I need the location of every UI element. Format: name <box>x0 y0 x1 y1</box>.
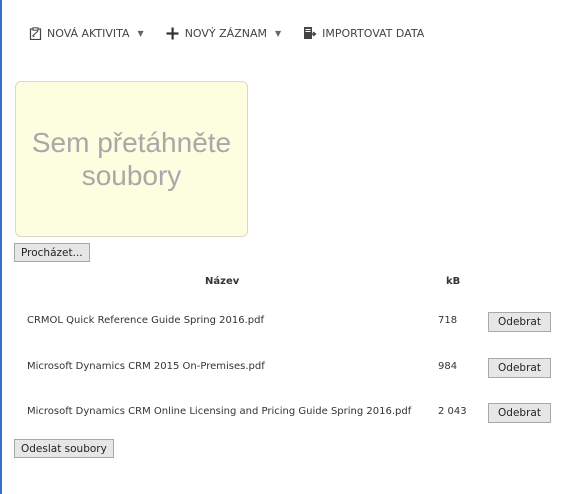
command-bar: NOVÁ AKTIVITA ▼ NOVÝ ZÁZNAM ▼ IMPORTOVAT… <box>28 22 424 44</box>
file-size: 2 043 <box>438 406 467 417</box>
file-row: CRMOL Quick Reference Guide Spring 2016.… <box>0 312 581 332</box>
file-row: Microsoft Dynamics CRM Online Licensing … <box>0 403 581 423</box>
remove-file-button[interactable]: Odebrat <box>488 312 551 332</box>
new-activity-label: NOVÁ AKTIVITA <box>47 26 130 40</box>
plus-icon <box>166 26 180 40</box>
file-name: Microsoft Dynamics CRM 2015 On-Premises.… <box>27 361 265 372</box>
column-header-name: Název <box>205 276 240 287</box>
file-size: 718 <box>438 315 458 326</box>
import-data-label: IMPORTOVAT DATA <box>322 26 425 40</box>
new-record-button[interactable]: NOVÝ ZÁZNAM ▼ <box>166 26 281 40</box>
new-record-label: NOVÝ ZÁZNAM <box>184 26 267 40</box>
file-row: Microsoft Dynamics CRM 2015 On-Premises.… <box>0 358 581 378</box>
remove-file-button[interactable]: Odebrat <box>488 403 551 423</box>
file-name: CRMOL Quick Reference Guide Spring 2016.… <box>27 315 265 326</box>
clipboard-icon <box>28 26 42 40</box>
import-icon <box>303 26 317 40</box>
file-name: Microsoft Dynamics CRM Online Licensing … <box>27 406 412 417</box>
chevron-down-icon: ▼ <box>274 28 282 38</box>
send-files-button[interactable]: Odeslat soubory <box>14 439 114 458</box>
browse-button[interactable]: Procházet... <box>14 243 90 262</box>
new-activity-button[interactable]: NOVÁ AKTIVITA ▼ <box>28 26 144 40</box>
import-data-button[interactable]: IMPORTOVAT DATA <box>303 26 424 40</box>
file-drop-zone[interactable]: Sem přetáhněte soubory <box>15 81 248 237</box>
chevron-down-icon: ▼ <box>137 28 144 38</box>
drop-zone-text: Sem přetáhněte soubory <box>31 127 232 191</box>
column-header-size: kB <box>446 276 461 287</box>
file-size: 984 <box>438 361 458 372</box>
remove-file-button[interactable]: Odebrat <box>488 358 551 378</box>
